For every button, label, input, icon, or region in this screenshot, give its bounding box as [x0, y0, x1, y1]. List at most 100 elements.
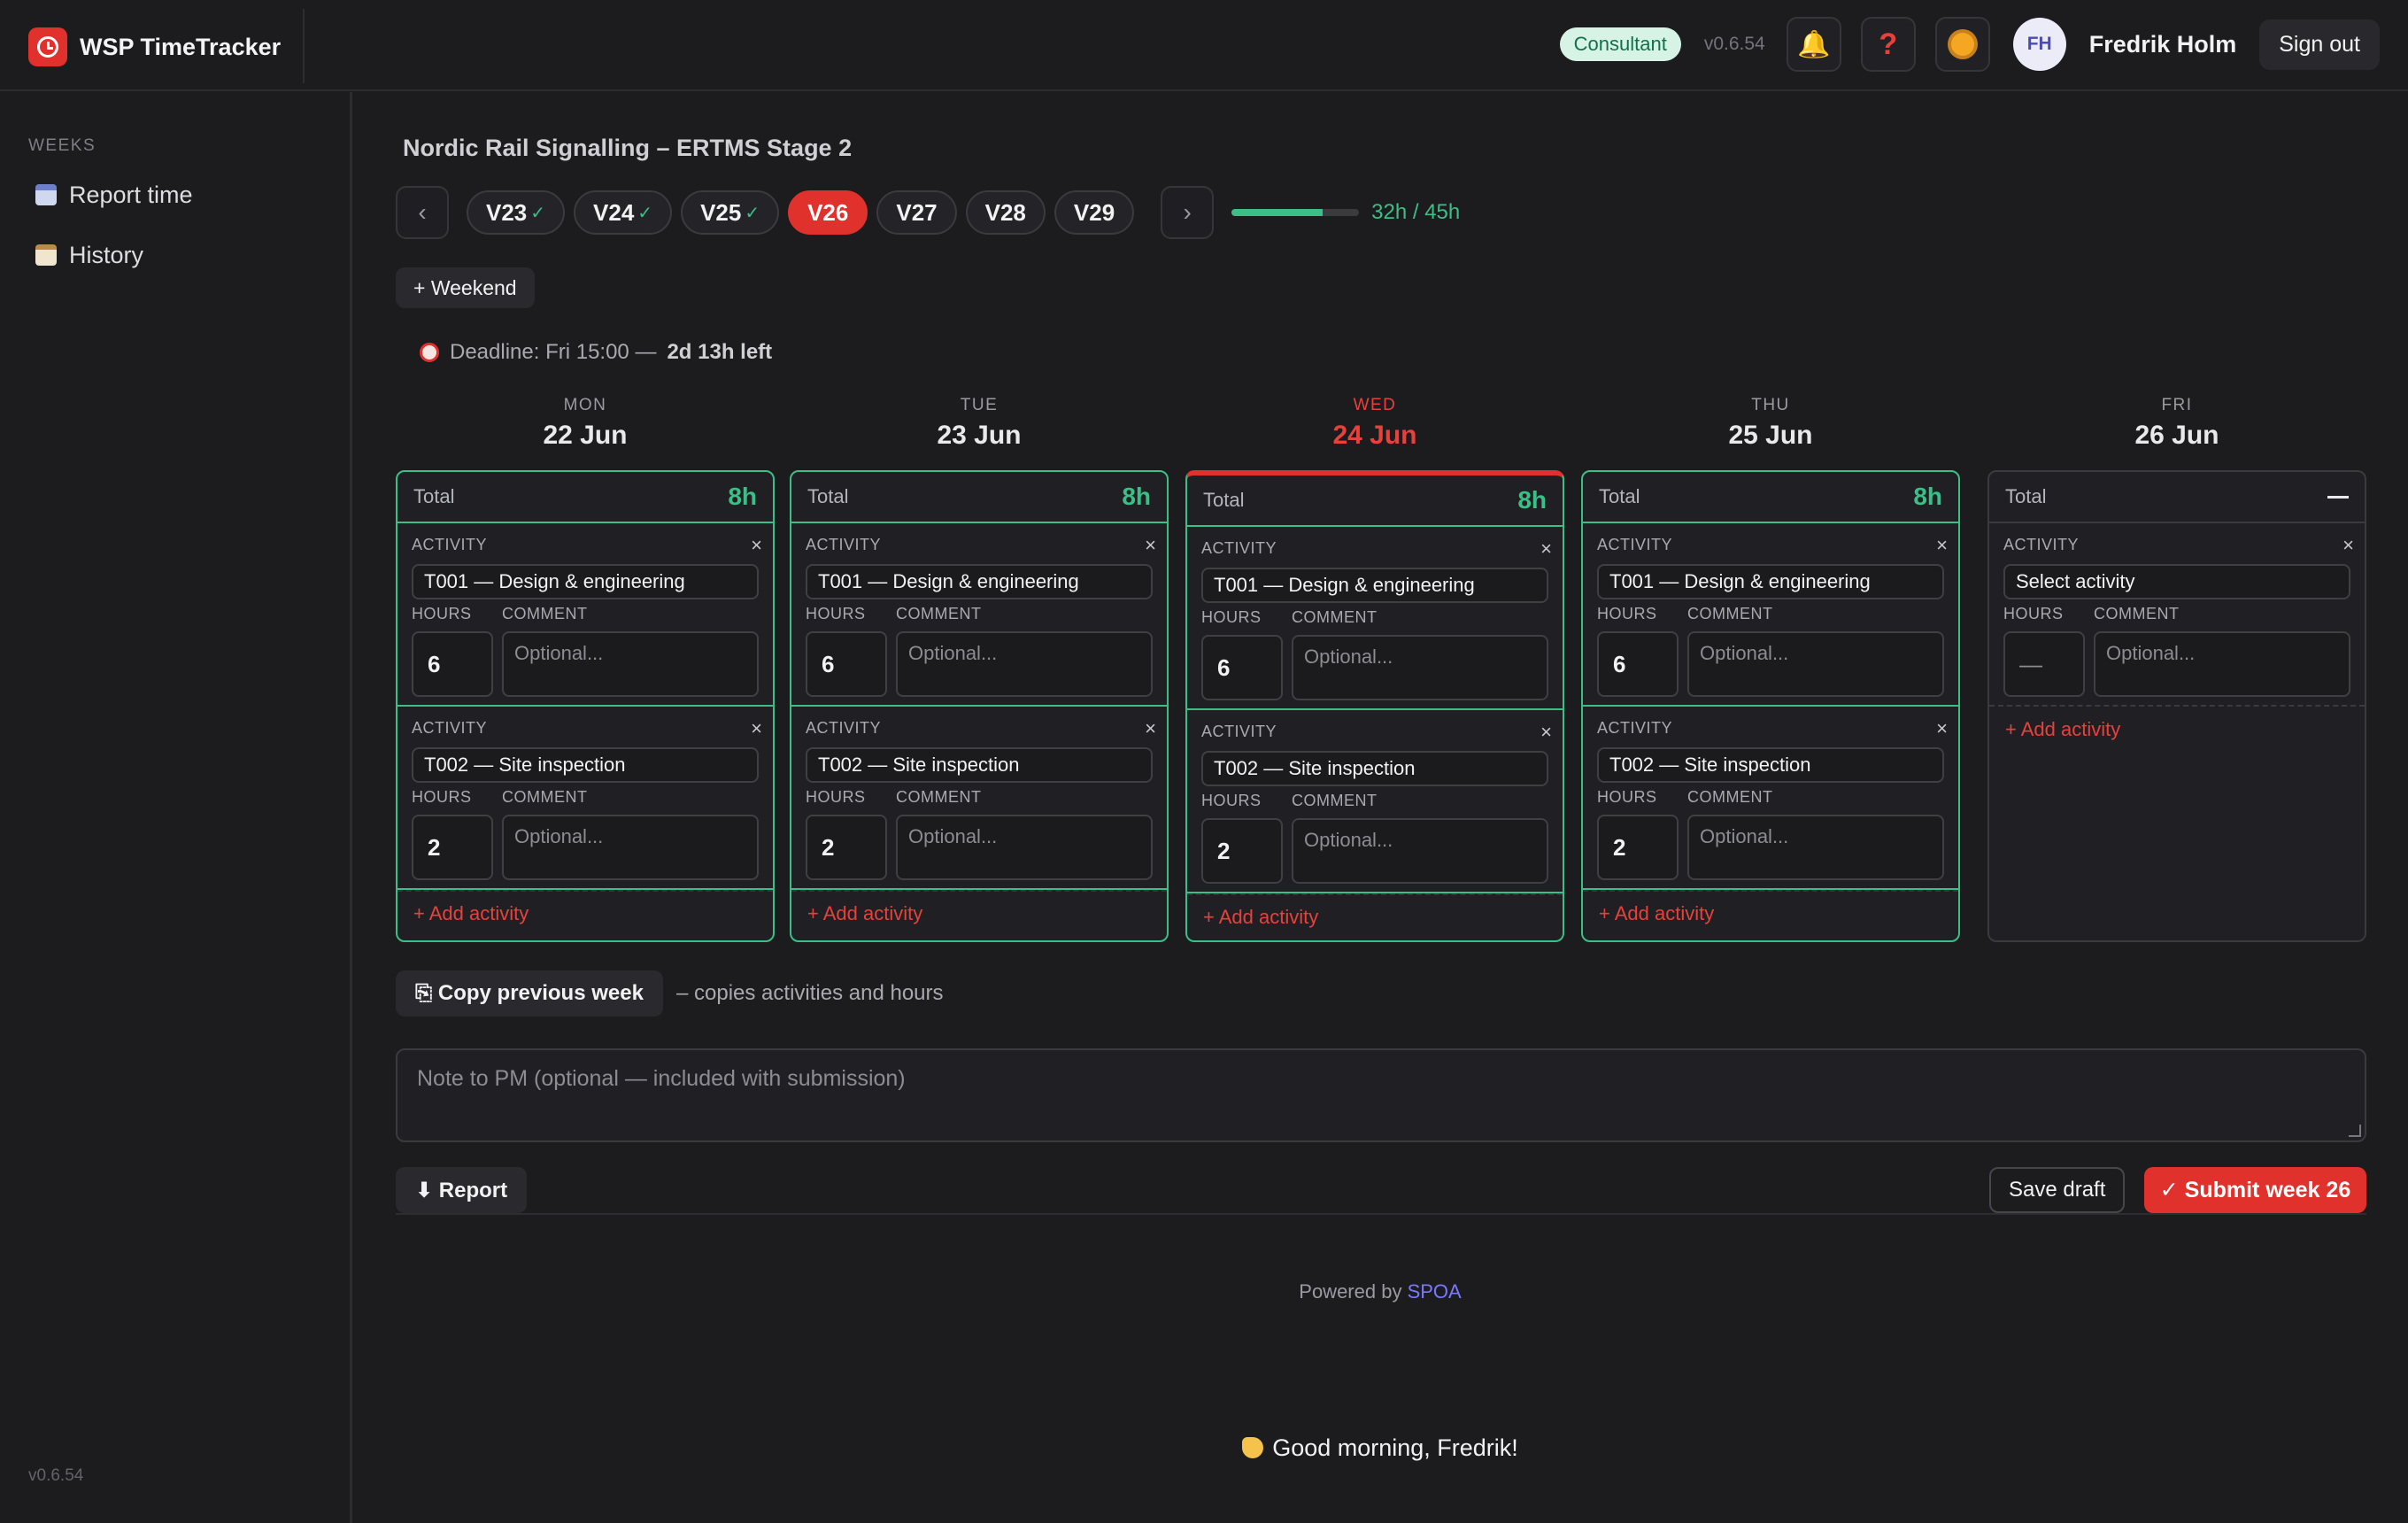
activity-select[interactable]: T002 — Site inspection	[1201, 751, 1548, 786]
day-of-week: FRI	[2161, 396, 2193, 414]
spoa-link[interactable]: SPOA	[1408, 1280, 1462, 1303]
hours-label: HOURS	[806, 605, 866, 622]
copy-previous-week-button[interactable]: ⎘ Copy previous week	[396, 970, 663, 1017]
hours-input[interactable]: 6	[412, 631, 493, 697]
week-chip-v28[interactable]: V28	[965, 190, 1046, 235]
comment-input[interactable]: Optional...	[2094, 631, 2350, 697]
week-chip-v23[interactable]: V23 ✓	[467, 190, 566, 235]
activity-entry: ACTIVITY × T002 — Site inspection HOURS COMM…	[397, 707, 773, 890]
header-actions: Consultant v0.6.54 🔔 ? FH Fredrik Holm S…	[1559, 17, 2380, 72]
activity-select[interactable]: T001 — Design & engineering	[806, 564, 1153, 599]
hours-input[interactable]: 6	[806, 631, 887, 697]
report-button[interactable]: ⬇ Report	[396, 1167, 528, 1213]
hours-input[interactable]: 2	[1201, 818, 1283, 884]
hours-progress-text: 32h / 45h	[1371, 200, 1461, 224]
sidebar-heading: WEEKS	[28, 136, 96, 155]
brand[interactable]: WSP TimeTracker	[28, 27, 281, 66]
hours-input[interactable]: 2	[412, 815, 493, 880]
avatar[interactable]: FH	[2012, 18, 2066, 71]
comment-input[interactable]: Optional...	[1687, 815, 1944, 880]
day-card-tue: Total 8h ACTIVITY × T001 — Design & engineer…	[790, 470, 1169, 942]
hours-input[interactable]: 2	[1597, 815, 1679, 880]
remove-entry-icon[interactable]: ×	[1936, 717, 1948, 740]
pm-note-textarea[interactable]: Note to PM (optional — included with sub…	[396, 1048, 2366, 1142]
comment-input[interactable]: Optional...	[1687, 631, 1944, 697]
alarm-clock-icon	[420, 343, 439, 362]
remove-entry-icon[interactable]: ×	[1540, 537, 1552, 560]
sidebar: WEEKS Report time History v0.6.54	[0, 92, 352, 1523]
resize-handle-icon[interactable]	[2349, 1125, 2361, 1137]
save-draft-button[interactable]: Save draft	[1989, 1167, 2126, 1213]
hours-input[interactable]: 2	[806, 815, 887, 880]
week-chip-v29[interactable]: V29	[1054, 190, 1135, 235]
progress-fill	[1231, 209, 1323, 216]
remove-entry-icon[interactable]: ×	[1936, 534, 1948, 557]
comment-label: COMMENT	[1687, 788, 1773, 806]
activity-label: ACTIVITY	[1597, 719, 1673, 737]
activity-select[interactable]: Select activity	[2003, 564, 2350, 599]
activity-select[interactable]: T001 — Design & engineering	[1201, 568, 1548, 603]
week-chip-v27[interactable]: V27	[876, 190, 957, 235]
header-divider	[303, 9, 305, 83]
add-activity-button[interactable]: + Add activity	[1583, 890, 1958, 936]
add-activity-button[interactable]: + Add activity	[397, 890, 773, 936]
activity-label: ACTIVITY	[1201, 723, 1277, 740]
divider	[396, 1213, 2366, 1215]
sun-icon	[1950, 33, 1974, 56]
remove-entry-icon[interactable]: ×	[751, 534, 762, 557]
remove-entry-icon[interactable]: ×	[751, 717, 762, 740]
sign-out-button[interactable]: Sign out	[2259, 19, 2380, 70]
week-chip-v25[interactable]: V25 ✓	[681, 190, 780, 235]
comment-input[interactable]: Optional...	[896, 631, 1153, 697]
activity-select[interactable]: T001 — Design & engineering	[1597, 564, 1944, 599]
hours-label: HOURS	[1201, 608, 1262, 626]
day-total-hours: 8h	[728, 483, 757, 510]
notifications-button[interactable]: 🔔	[1786, 17, 1841, 72]
comment-input[interactable]: Optional...	[1292, 818, 1548, 884]
notepad-icon	[35, 244, 57, 266]
sidebar-item-label: Report time	[69, 181, 193, 208]
comment-input[interactable]: Optional...	[502, 815, 759, 880]
hours-input[interactable]: —	[2003, 631, 2085, 697]
add-activity-button[interactable]: + Add activity	[791, 890, 1167, 936]
activity-select[interactable]: T002 — Site inspection	[1597, 747, 1944, 783]
add-weekend-button[interactable]: + Weekend	[396, 267, 535, 308]
remove-entry-icon[interactable]: ×	[1145, 534, 1156, 557]
next-week-button[interactable]: ›	[1161, 186, 1215, 239]
activity-entry: ACTIVITY × Select activity HOURS COMMENT — Opt…	[1989, 523, 2365, 707]
comment-label: COMMENT	[1292, 792, 1378, 809]
project-title: Nordic Rail Signalling – ERTMS Stage 2	[403, 135, 853, 161]
theme-toggle-button[interactable]	[1934, 17, 1990, 72]
remove-entry-icon[interactable]: ×	[1540, 721, 1552, 744]
day-of-week: MON	[563, 396, 607, 414]
help-button[interactable]: ?	[1860, 17, 1916, 72]
sidebar-item-history[interactable]: History	[35, 237, 143, 273]
activity-select[interactable]: T002 — Site inspection	[806, 747, 1153, 783]
hours-label: HOURS	[412, 605, 472, 622]
remove-entry-icon[interactable]: ×	[2342, 534, 2354, 557]
comment-input[interactable]: Optional...	[1292, 635, 1548, 700]
comment-input[interactable]: Optional...	[502, 631, 759, 697]
hours-input[interactable]: 6	[1201, 635, 1283, 700]
day-header-tue: TUE 23 Jun	[790, 396, 1169, 451]
add-activity-button[interactable]: + Add activity	[1989, 707, 2365, 753]
remove-entry-icon[interactable]: ×	[1145, 717, 1156, 740]
week-chip-label: V25	[700, 198, 742, 226]
chevron-left-icon: ‹	[418, 198, 427, 226]
day-total-label: Total	[1203, 489, 1245, 511]
sidebar-item-report-time[interactable]: Report time	[35, 177, 193, 213]
week-chip-v24[interactable]: V24 ✓	[574, 190, 673, 235]
activity-select[interactable]: T001 — Design & engineering	[412, 564, 759, 599]
submit-week-button[interactable]: ✓ Submit week 26	[2144, 1167, 2366, 1213]
add-activity-button[interactable]: + Add activity	[1187, 893, 1563, 939]
hours-input[interactable]: 6	[1597, 631, 1679, 697]
activity-label: ACTIVITY	[806, 719, 882, 737]
week-chip-v26[interactable]: V26	[788, 190, 868, 235]
activity-label: ACTIVITY	[806, 536, 882, 553]
powered-by: Powered by SPOA	[0, 1280, 2408, 1303]
day-header-wed: WED 24 Jun	[1185, 396, 1564, 451]
comment-input[interactable]: Optional...	[896, 815, 1153, 880]
deadline: Deadline: Fri 15:00 — 2d 13h left	[420, 340, 772, 365]
activity-select[interactable]: T002 — Site inspection	[412, 747, 759, 783]
previous-week-button[interactable]: ‹	[396, 186, 449, 239]
